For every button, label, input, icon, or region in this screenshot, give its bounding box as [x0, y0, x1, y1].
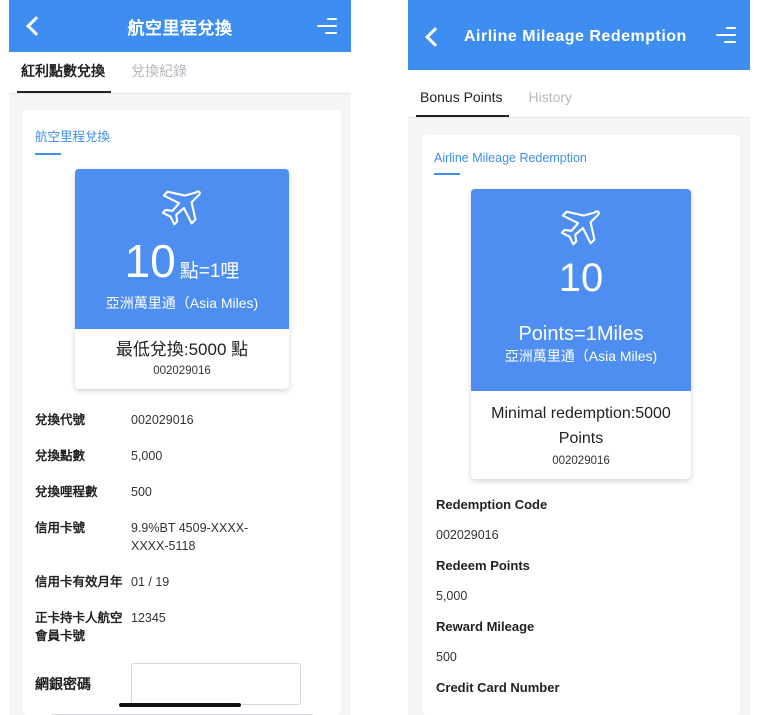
section-title: 航空里程兌換: [35, 130, 111, 144]
rate-line: 10 點=1哩: [75, 235, 289, 287]
program-name: 亞洲萬里通（Asia Miles): [504, 348, 658, 364]
section-underline: [434, 173, 460, 175]
tab-bar: Bonus Points History: [408, 70, 750, 118]
detail-label: Credit Card Number: [436, 680, 560, 695]
page-title: 航空里程兌換: [127, 18, 233, 38]
detail-list: 兌換代號 002029016 兌換點數 5,000 兌換哩程數 500 信用卡號…: [23, 411, 341, 705]
detail-row: Reward Mileage 500: [436, 619, 726, 664]
detail-value: 500: [131, 485, 152, 499]
phone-screen-zh: 航空里程兌換 紅利點數兌換 兌換紀錄 航空里程兌換 10 點=1哩 亞洲萬里通（A…: [9, 0, 351, 715]
detail-value: 002029016: [131, 413, 194, 427]
rate-unit: 點=1哩: [179, 261, 240, 282]
page-title: Airline Mileage Redemption: [464, 28, 687, 45]
tab-bonus-points[interactable]: Bonus Points: [416, 89, 508, 117]
promo-footer: 最低兌換:5000 點 002029016: [75, 329, 289, 389]
detail-row: 正卡持卡人航空會員卡號 12345: [35, 609, 329, 645]
promo-header: 10 Points=1Miles 亞洲萬里通（Asia Miles): [471, 189, 691, 391]
detail-label: Redemption Code: [436, 497, 548, 512]
rate-unit: Points=1Miles: [518, 323, 644, 345]
chevron-left-icon[interactable]: [26, 16, 46, 36]
password-input[interactable]: [131, 663, 301, 705]
detail-label: Reward Mileage: [436, 619, 535, 634]
promo-code: 002029016: [552, 455, 610, 467]
detail-value: 9.9%BT 4509-XXXX-XXXX-5118: [131, 521, 249, 553]
promo-tile: 10 Points=1Miles 亞洲萬里通（Asia Miles) Minim…: [471, 189, 691, 479]
detail-row: Redeem Points 5,000: [436, 558, 726, 603]
detail-value: 01 / 19: [131, 575, 170, 589]
detail-row: Credit Card Number: [436, 680, 726, 695]
app-header: Airline Mileage Redemption: [408, 0, 750, 70]
redemption-card: Airline Mileage Redemption 10 Points=1Mi…: [422, 135, 740, 715]
promo-tile: 10 點=1哩 亞洲萬里通（Asia Miles) 最低兌換:5000 點 002…: [75, 169, 289, 389]
tab-bonus-points[interactable]: 紅利點數兌換: [17, 61, 111, 93]
tab-history[interactable]: 兌換紀錄: [129, 61, 189, 93]
promo-footer: Minimal redemption:5000 Points 002029016: [471, 391, 691, 479]
airplane-icon: [161, 190, 201, 226]
program-name: 亞洲萬里通（Asia Miles): [105, 295, 259, 311]
promo-header: 10 點=1哩 亞洲萬里通（Asia Miles): [75, 169, 289, 329]
detail-value: 5,000: [436, 589, 468, 603]
tab-bar: 紅利點數兌換 兌換紀錄: [9, 52, 351, 94]
redemption-card: 航空里程兌換 10 點=1哩 亞洲萬里通（Asia Miles) 最低兌換:500…: [23, 110, 341, 715]
app-header: 航空里程兌換: [9, 0, 351, 52]
detail-label: 信用卡有效月年: [35, 575, 123, 589]
promo-code: 002029016: [153, 365, 211, 377]
menu-icon[interactable]: [716, 27, 736, 43]
detail-value: 12345: [131, 611, 166, 625]
minimum-redemption: Minimal redemption:5000 Points: [491, 405, 671, 447]
detail-label: 兌換代號: [35, 413, 86, 427]
detail-value: 500: [436, 650, 457, 664]
detail-row: 信用卡有效月年 01 / 19: [35, 573, 329, 591]
detail-row: 信用卡號 9.9%BT 4509-XXXX-XXXX-5118: [35, 519, 329, 555]
home-indicator[interactable]: [119, 703, 241, 707]
minimum-redemption: 最低兌換:5000 點: [115, 340, 249, 359]
detail-list: Redemption Code 002029016 Redeem Points …: [422, 497, 740, 695]
detail-label: 兌換點數: [35, 449, 86, 463]
detail-label: 兌換哩程數: [35, 485, 98, 499]
rate-number: 10: [124, 235, 176, 287]
section-underline: [35, 153, 61, 155]
detail-value: 002029016: [436, 528, 499, 542]
tab-history[interactable]: History: [527, 89, 575, 117]
detail-label: 正卡持卡人航空會員卡號: [35, 611, 123, 643]
chevron-left-icon[interactable]: [425, 27, 445, 47]
password-label: 網銀密碼: [35, 676, 91, 692]
airplane-icon: [560, 210, 600, 246]
rate-number: 10: [558, 256, 604, 300]
detail-row: Redemption Code 002029016: [436, 497, 726, 542]
detail-label: Redeem Points: [436, 558, 530, 573]
password-row: 網銀密碼: [35, 663, 329, 705]
menu-icon[interactable]: [317, 18, 337, 34]
detail-value: 5,000: [131, 449, 163, 463]
detail-row: 兌換點數 5,000: [35, 447, 329, 465]
detail-label: 信用卡號: [35, 521, 86, 535]
section-title: Airline Mileage Redemption: [434, 151, 587, 165]
phone-screen-en: Airline Mileage Redemption Bonus Points …: [408, 0, 750, 715]
detail-row: 兌換代號 002029016: [35, 411, 329, 429]
detail-row: 兌換哩程數 500: [35, 483, 329, 501]
